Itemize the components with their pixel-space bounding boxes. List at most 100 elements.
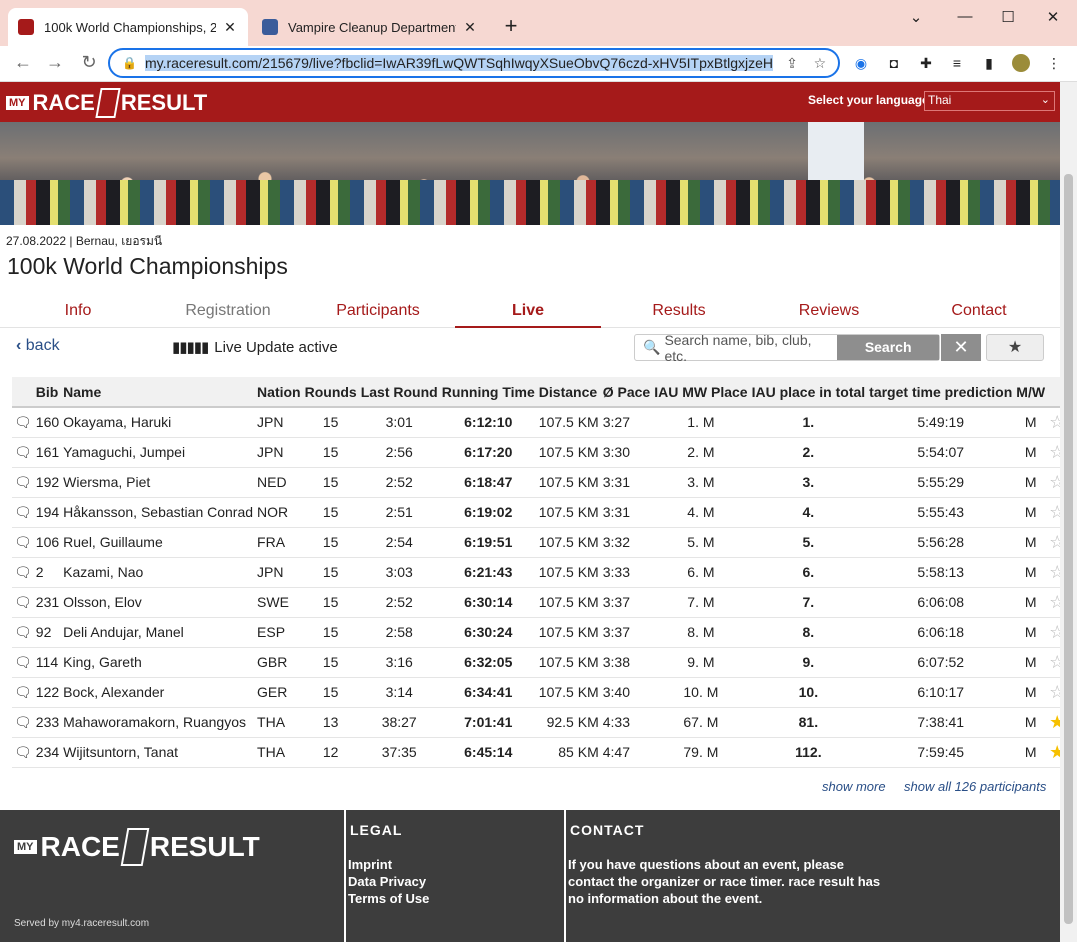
cell-name[interactable]: Olsson, Elov: [61, 587, 256, 618]
table-row[interactable]: 🗨 106 Ruel, Guillaume FRA 15 2:54 6:19:51 107.5…: [12, 527, 1068, 558]
search-input[interactable]: 🔍 Search name, bib, club, etc.: [635, 332, 837, 364]
cell-prediction: 6:07:52: [867, 647, 1015, 678]
browser-tab[interactable]: Vampire Cleanup Department (20 ✕: [252, 8, 488, 46]
th-sex[interactable]: M/W: [1014, 377, 1048, 408]
terms-link[interactable]: Terms of Use: [348, 890, 564, 907]
sidepanel-icon[interactable]: ▮: [980, 54, 998, 72]
close-window-icon[interactable]: ✕: [1043, 8, 1063, 26]
th-last-round[interactable]: Last Round: [358, 377, 440, 408]
browser-tab-active[interactable]: 100k World Championships, 27.0 ✕: [8, 8, 248, 46]
th-nation[interactable]: Nation: [255, 377, 303, 408]
imprint-link[interactable]: Imprint: [348, 856, 564, 873]
puzzle-icon[interactable]: ✚: [917, 54, 935, 72]
share-icon[interactable]: ⇪: [783, 55, 801, 72]
table-row[interactable]: 🗨 192 Wiersma, Piet NED 15 2:52 6:18:47 107.5 K…: [12, 467, 1068, 498]
cell-name[interactable]: King, Gareth: [61, 647, 256, 678]
menu-item-contact[interactable]: Contact: [906, 290, 1052, 328]
extension-icon[interactable]: ◘: [885, 54, 903, 72]
clear-search-button[interactable]: ✕: [941, 334, 981, 361]
table-row[interactable]: 🗨 122 Bock, Alexander GER 15 3:14 6:34:41 107.5…: [12, 677, 1068, 708]
menu-item-participants[interactable]: Participants: [305, 290, 451, 328]
th-rounds[interactable]: Rounds: [302, 377, 359, 408]
media-icon[interactable]: ≡: [948, 54, 966, 72]
address-bar[interactable]: 🔒 my.raceresult.com/215679/live?fbclid=I…: [108, 48, 840, 78]
th-running-time[interactable]: Running Time: [439, 377, 537, 408]
cell-name[interactable]: Okayama, Haruki: [61, 407, 256, 438]
cell-name[interactable]: Ruel, Guillaume: [61, 527, 256, 558]
cell-name[interactable]: Wiersma, Piet: [61, 467, 256, 498]
th-pace[interactable]: Ø Pace: [600, 377, 653, 408]
cell-last-round: 2:56: [358, 437, 440, 468]
menu-item-results[interactable]: Results: [606, 290, 752, 328]
comment-icon[interactable]: 🗨: [12, 497, 34, 528]
language-select[interactable]: Thai ⌄: [924, 91, 1055, 111]
chevron-down-icon[interactable]: ⌄: [906, 8, 926, 26]
data-privacy-link[interactable]: Data Privacy: [348, 873, 564, 890]
cell-sex: M: [1014, 497, 1048, 528]
comment-icon[interactable]: 🗨: [12, 707, 34, 738]
extension-icon[interactable]: ◉: [852, 54, 870, 72]
cell-name[interactable]: Wijitsuntorn, Tanat: [61, 737, 256, 768]
search-button[interactable]: Search: [837, 335, 939, 360]
bookmark-star-icon[interactable]: ☆: [811, 55, 829, 72]
cell-name[interactable]: Bock, Alexander: [61, 677, 256, 708]
avatar[interactable]: [1012, 54, 1030, 72]
menu-item-info[interactable]: Info: [5, 290, 151, 328]
favorites-button[interactable]: ★: [986, 334, 1044, 361]
th-prediction[interactable]: target time prediction: [867, 377, 1015, 408]
close-tab-icon[interactable]: ✕: [222, 19, 238, 36]
menu-item-reviews[interactable]: Reviews: [756, 290, 902, 328]
myraceresult-logo[interactable]: MY RACE RESULT: [6, 86, 207, 120]
cell-name[interactable]: Deli Andujar, Manel: [61, 617, 256, 648]
table-row[interactable]: 🗨 161 Yamaguchi, Jumpei JPN 15 2:56 6:17:20 107…: [12, 437, 1068, 468]
forward-arrow-icon[interactable]: →: [44, 52, 66, 73]
menu-dots-icon[interactable]: ⋮: [1045, 54, 1063, 72]
table-row[interactable]: 🗨 234 Wijitsuntorn, Tanat THA 12 37:35 6:45:14…: [12, 737, 1068, 768]
minimize-icon[interactable]: —: [955, 8, 975, 25]
comment-icon[interactable]: 🗨: [12, 677, 34, 708]
show-all-link[interactable]: show all 126 participants: [904, 779, 1046, 794]
th-name[interactable]: Name: [61, 377, 256, 408]
menu-item-live[interactable]: Live: [455, 290, 601, 328]
comment-icon[interactable]: 🗨: [12, 737, 34, 768]
cell-last-round: 2:58: [358, 617, 440, 648]
new-tab-icon[interactable]: +: [500, 13, 522, 39]
th-bib[interactable]: Bib: [33, 377, 62, 408]
url-text[interactable]: my.raceresult.com/215679/live?fbclid=IwA…: [144, 55, 773, 71]
table-row[interactable]: 🗨 194 Håkansson, Sebastian Conrad NOR 15 2:51…: [12, 497, 1068, 528]
comment-icon[interactable]: 🗨: [12, 557, 34, 588]
comment-icon[interactable]: 🗨: [12, 647, 34, 678]
scrollbar-thumb[interactable]: [1064, 174, 1073, 924]
cell-name[interactable]: Mahaworamakorn, Ruangyos: [61, 707, 256, 738]
menu-item-registration[interactable]: Registration: [155, 290, 301, 328]
back-arrow-icon[interactable]: ←: [12, 52, 34, 73]
th-iau-total[interactable]: IAU place in total: [749, 377, 868, 408]
footer-logo[interactable]: MY RACE RESULT: [14, 828, 260, 866]
show-more-link[interactable]: show more: [822, 779, 886, 794]
cell-name[interactable]: Håkansson, Sebastian Conrad: [61, 497, 256, 528]
th-iau-mw-place[interactable]: IAU MW Place: [652, 377, 750, 408]
reload-icon[interactable]: ↻: [78, 52, 100, 73]
comment-icon[interactable]: 🗨: [12, 437, 34, 468]
maximize-icon[interactable]: ☐: [998, 8, 1018, 26]
cell-bib: 160: [33, 407, 62, 438]
comment-icon[interactable]: 🗨: [12, 527, 34, 558]
comment-icon[interactable]: 🗨: [12, 587, 34, 618]
back-link[interactable]: ‹ back: [16, 337, 60, 355]
cell-name[interactable]: Kazami, Nao: [61, 557, 256, 588]
table-row[interactable]: 🗨 92 Deli Andujar, Manel ESP 15 2:58 6:30:24 10…: [12, 617, 1068, 648]
table-row[interactable]: 🗨 2 Kazami, Nao JPN 15 3:03 6:21:43 107.5 KM 3:3…: [12, 557, 1068, 588]
table-row[interactable]: 🗨 233 Mahaworamakorn, Ruangyos THA 13 38:27 7:…: [12, 707, 1068, 738]
table-row[interactable]: 🗨 114 King, Gareth GBR 15 3:16 6:32:05 107.5 KM…: [12, 647, 1068, 678]
cell-name[interactable]: Yamaguchi, Jumpei: [61, 437, 256, 468]
page-scrollbar[interactable]: [1060, 82, 1077, 942]
cell-running-time: 7:01:41: [439, 707, 537, 738]
table-row[interactable]: 🗨 160 Okayama, Haruki JPN 15 3:01 6:12:10 107.5…: [12, 407, 1068, 438]
comment-icon[interactable]: 🗨: [12, 617, 34, 648]
comment-icon[interactable]: 🗨: [12, 407, 34, 438]
th-distance[interactable]: Distance: [536, 377, 601, 408]
comment-icon[interactable]: 🗨: [12, 467, 34, 498]
close-tab-icon[interactable]: ✕: [462, 19, 478, 36]
hero-image: [0, 122, 1060, 225]
table-row[interactable]: 🗨 231 Olsson, Elov SWE 15 2:52 6:30:14 107.5 KM…: [12, 587, 1068, 618]
